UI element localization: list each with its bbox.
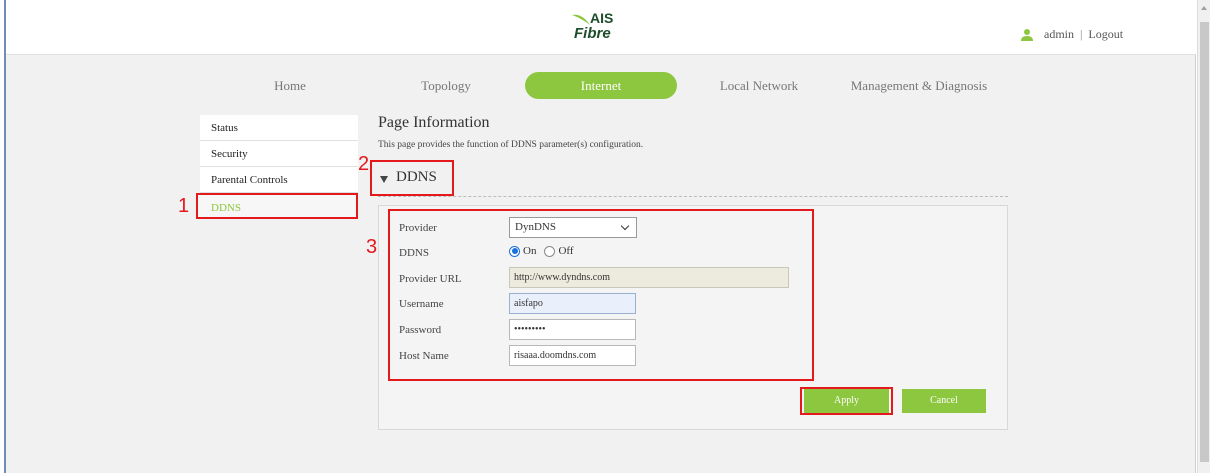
annotation-2: 2 <box>358 153 370 175</box>
scroll-up-icon[interactable] <box>1201 6 1207 10</box>
ddns-on-radio[interactable] <box>509 245 520 257</box>
scrollbar-thumb[interactable] <box>1200 22 1209 462</box>
hostname-label: Host Name <box>399 350 449 362</box>
sidebar-item-parental-controls[interactable]: Parental Controls <box>200 167 358 193</box>
ddns-radio-group: On Off <box>509 245 582 257</box>
collapse-triangle-icon[interactable] <box>380 176 388 183</box>
user-icon <box>1021 28 1033 41</box>
annotation-3: 3 <box>366 236 378 258</box>
password-label: Password <box>399 324 442 336</box>
ddns-off-label[interactable]: Off <box>558 245 573 257</box>
section-divider <box>378 196 1008 197</box>
nav-management-diagnosis[interactable]: Management & Diagnosis <box>844 72 994 99</box>
username-field-label: Username <box>399 298 444 310</box>
header-separator: | <box>1080 27 1083 41</box>
ddns-label: DDNS <box>399 247 429 259</box>
provider-select[interactable]: DynDNS <box>509 217 637 238</box>
nav-topology[interactable]: Topology <box>411 72 481 99</box>
provider-url-label: Provider URL <box>399 273 462 285</box>
sidebar-item-ddns[interactable]: DDNS <box>196 193 358 219</box>
ais-fibre-logo: AIS Fibre <box>566 10 626 48</box>
password-field[interactable]: ••••••••• <box>509 319 636 340</box>
sidebar-item-security[interactable]: Security <box>200 141 358 167</box>
cancel-button[interactable]: Cancel <box>902 389 986 413</box>
provider-select-value: DynDNS <box>515 221 556 233</box>
ddns-on-label[interactable]: On <box>523 245 536 257</box>
ddns-section-label: DDNS <box>396 169 437 185</box>
nav-internet[interactable]: Internet <box>525 72 677 99</box>
logo-ais-text: AIS <box>590 10 614 26</box>
logo-fibre-text: Fibre <box>574 25 611 42</box>
annotation-1: 1 <box>178 195 190 217</box>
username-field[interactable]: aisfapo <box>509 293 636 314</box>
page-title: Page Information <box>378 114 490 131</box>
chevron-down-icon <box>620 221 630 231</box>
provider-url-field: http://www.dyndns.com <box>509 267 789 288</box>
hostname-field[interactable]: risaaa.doomdns.com <box>509 345 636 366</box>
logout-link[interactable]: Logout <box>1088 27 1123 42</box>
nav-local-network[interactable]: Local Network <box>709 72 809 99</box>
sidebar: Status Security Parental Controls DDNS <box>196 115 358 219</box>
apply-button[interactable]: Apply <box>804 389 889 413</box>
provider-label: Provider <box>399 222 437 234</box>
ddns-section-header[interactable]: DDNS <box>370 160 454 196</box>
header: AIS Fibre admin | Logout <box>6 0 1196 55</box>
sidebar-item-status[interactable]: Status <box>200 115 358 141</box>
page-description: This page provides the function of DDNS … <box>378 140 644 150</box>
user-area: admin | Logout <box>1020 27 1123 42</box>
main-nav: Home Topology Internet Local Network Man… <box>6 55 1196 115</box>
nav-home[interactable]: Home <box>260 72 320 99</box>
ddns-off-radio[interactable] <box>544 245 556 257</box>
vertical-scrollbar[interactable] <box>1197 0 1210 473</box>
username-label: admin <box>1044 27 1074 41</box>
